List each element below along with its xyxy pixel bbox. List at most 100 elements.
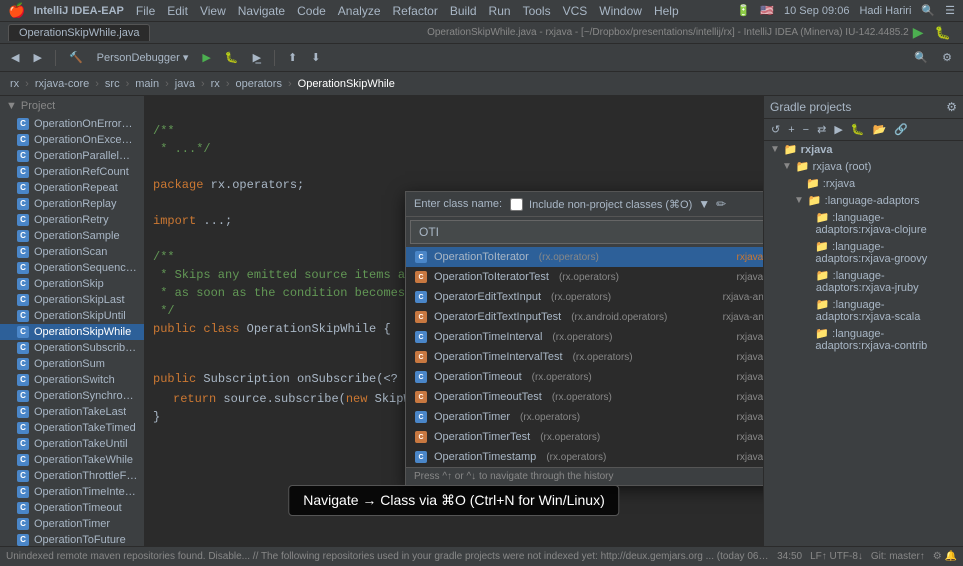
search-icon[interactable]: 🔍: [921, 4, 935, 17]
gradle-sync-btn[interactable]: ⇄: [814, 122, 829, 137]
sidebar-item[interactable]: COperationTakeLast: [0, 404, 144, 420]
result-item[interactable]: COperationTimeInterval(rx.operators)rxja…: [406, 327, 763, 347]
sidebar-item[interactable]: COperationSkip: [0, 276, 144, 292]
menu-item-view[interactable]: View: [200, 4, 226, 18]
sidebar-item[interactable]: COperationSynchronize: [0, 388, 144, 404]
result-item[interactable]: COperationTimerTest(rx.operators)rxjava-…: [406, 427, 763, 447]
editor[interactable]: /** * ...*/ package rx.operators; import…: [145, 96, 763, 546]
crumb-java[interactable]: java: [171, 77, 199, 91]
crumb-src[interactable]: src: [101, 77, 124, 91]
run-config-btn[interactable]: PersonDebugger ▾: [92, 48, 194, 67]
sidebar-item[interactable]: COperationSum: [0, 356, 144, 372]
menu-item-code[interactable]: Code: [297, 4, 326, 18]
vcs-update-btn[interactable]: ⬇: [306, 48, 325, 67]
back-btn[interactable]: ◀: [6, 48, 24, 67]
tree-item[interactable]: 📁 :rxjava: [764, 175, 963, 192]
crumb-main[interactable]: main: [131, 77, 163, 91]
tree-item[interactable]: 📁 :language-adaptors:rxjava-clojure: [764, 209, 963, 238]
sidebar-item[interactable]: COperationTakeWhile: [0, 452, 144, 468]
sidebar-item[interactable]: COperationRetry: [0, 212, 144, 228]
result-item[interactable]: COperationTimestamp(rx.operators)rxjava-…: [406, 447, 763, 467]
sidebar-item[interactable]: COperationTakeTimed: [0, 420, 144, 436]
coverage-btn[interactable]: ▶̲: [248, 48, 266, 67]
crumb-rxjava-core[interactable]: rxjava-core: [31, 77, 93, 91]
search-everywhere-btn[interactable]: 🔍: [909, 48, 933, 67]
gradle-settings-icon[interactable]: ⚙: [946, 100, 957, 114]
menu-item-edit[interactable]: Edit: [167, 4, 188, 18]
tree-item[interactable]: ▼📁 :language-adaptors: [764, 192, 963, 209]
menu-item-refactor[interactable]: Refactor: [393, 4, 438, 18]
run-button[interactable]: ▶: [909, 22, 928, 43]
gradle-refresh-btn[interactable]: ↺: [768, 122, 783, 137]
gradle-debug-btn[interactable]: 🐛: [848, 122, 868, 137]
sidebar-item[interactable]: COperationOnExceptionRes: [0, 132, 144, 148]
sidebar-item[interactable]: COperationSubscribeOn: [0, 340, 144, 356]
class-search-input[interactable]: [410, 220, 763, 244]
gradle-run-btn[interactable]: ▶: [831, 122, 845, 137]
run-btn2[interactable]: ▶: [197, 48, 215, 67]
crumb-rx[interactable]: rx: [6, 77, 23, 91]
crumb-current[interactable]: OperationSkipWhile: [294, 77, 399, 91]
result-item[interactable]: COperatorEditTextInput(rx.operators)rxja…: [406, 287, 763, 307]
forward-btn[interactable]: ▶: [28, 48, 46, 67]
file-tab[interactable]: OperationSkipWhile.java: [8, 24, 150, 41]
tree-item[interactable]: 📁 :language-adaptors:rxjava-groovy: [764, 238, 963, 267]
tree-item[interactable]: 📁 :language-adaptors:rxjava-jruby: [764, 267, 963, 296]
tree-item[interactable]: 📁 :language-adaptors:rxjava-scala: [764, 296, 963, 325]
sidebar-item[interactable]: COperationOnErrorReturn: [0, 116, 144, 132]
gradle-link-btn[interactable]: 🔗: [891, 122, 911, 137]
result-item[interactable]: COperationToIterator(rx.operators)rxjava…: [406, 247, 763, 267]
filter-icon[interactable]: ▼: [698, 197, 710, 211]
sidebar-item[interactable]: COperationParallelMerge: [0, 148, 144, 164]
build-btn[interactable]: 🔨: [64, 48, 88, 67]
sidebar-item[interactable]: COperationTimeout: [0, 500, 144, 516]
sidebar-item[interactable]: COperationSample: [0, 228, 144, 244]
tree-item[interactable]: ▼📁 rxjava: [764, 141, 963, 158]
menu-item-vcs[interactable]: VCS: [563, 4, 588, 18]
sidebar-item[interactable]: COperationRepeat: [0, 180, 144, 196]
gradle-add-btn[interactable]: +: [785, 122, 797, 137]
tree-item[interactable]: 📁 :language-adaptors:rxjava-contrib: [764, 325, 963, 354]
gradle-open-btn[interactable]: 📂: [869, 122, 889, 137]
include-non-project-checkbox[interactable]: [510, 198, 523, 211]
debug-btn2[interactable]: 🐛: [220, 48, 244, 67]
result-item[interactable]: COperatorEditTextInputTest(rx.android.op…: [406, 307, 763, 327]
menu-item-run[interactable]: Run: [489, 4, 511, 18]
sidebar-item[interactable]: COperationTimeInterval: [0, 484, 144, 500]
sidebar-item[interactable]: COperationSkipWhile: [0, 324, 144, 340]
wand-icon[interactable]: ✏: [716, 197, 726, 211]
result-item[interactable]: COperationToIteratorTest(rx.operators)rx…: [406, 267, 763, 287]
encoding-indicator[interactable]: LF↑ UTF-8↓: [810, 551, 863, 562]
sidebar-item[interactable]: COperationTakeUntil: [0, 436, 144, 452]
cursor-pos[interactable]: 34:50: [777, 551, 802, 562]
sidebar-item[interactable]: COperationThrottleFirst: [0, 468, 144, 484]
result-item[interactable]: COperationTimer(rx.operators)rxjava-core: [406, 407, 763, 427]
vcs-indicator[interactable]: Git: master↑: [871, 551, 925, 562]
menu-item-help[interactable]: Help: [654, 4, 679, 18]
result-item[interactable]: COperationTimeout(rx.operators)rxjava-co…: [406, 367, 763, 387]
sidebar-item[interactable]: COperationSwitch: [0, 372, 144, 388]
settings-btn[interactable]: ⚙: [937, 48, 957, 67]
result-item[interactable]: COperationTimeIntervalTest(rx.operators)…: [406, 347, 763, 367]
crumb-operators[interactable]: operators: [231, 77, 285, 91]
result-item[interactable]: COperationTimeoutTest(rx.operators)rxjav…: [406, 387, 763, 407]
menu-item-file[interactable]: File: [136, 4, 155, 18]
gradle-remove-btn[interactable]: −: [800, 122, 812, 137]
menu-item-navigate[interactable]: Navigate: [238, 4, 285, 18]
debug-button[interactable]: 🐛: [931, 23, 955, 43]
sidebar-item[interactable]: COperationReplay: [0, 196, 144, 212]
menu-icon[interactable]: ☰: [945, 4, 955, 17]
vcs-btn[interactable]: ⬆: [283, 48, 302, 67]
sidebar-item[interactable]: COperationSkipLast: [0, 292, 144, 308]
tree-item[interactable]: ▼📁 rxjava (root): [764, 158, 963, 175]
sidebar-item[interactable]: COperationTimer: [0, 516, 144, 532]
menu-item-window[interactable]: Window: [599, 4, 642, 18]
sidebar-item[interactable]: COperationSkipUntil: [0, 308, 144, 324]
sidebar-item[interactable]: COperationScan: [0, 244, 144, 260]
crumb-rx2[interactable]: rx: [207, 77, 224, 91]
sidebar-item[interactable]: COperationRefCount: [0, 164, 144, 180]
sidebar-item[interactable]: COperationSequenceEqual: [0, 260, 144, 276]
menu-item-build[interactable]: Build: [450, 4, 477, 18]
menu-item-analyze[interactable]: Analyze: [338, 4, 381, 18]
menu-item-tools[interactable]: Tools: [523, 4, 551, 18]
